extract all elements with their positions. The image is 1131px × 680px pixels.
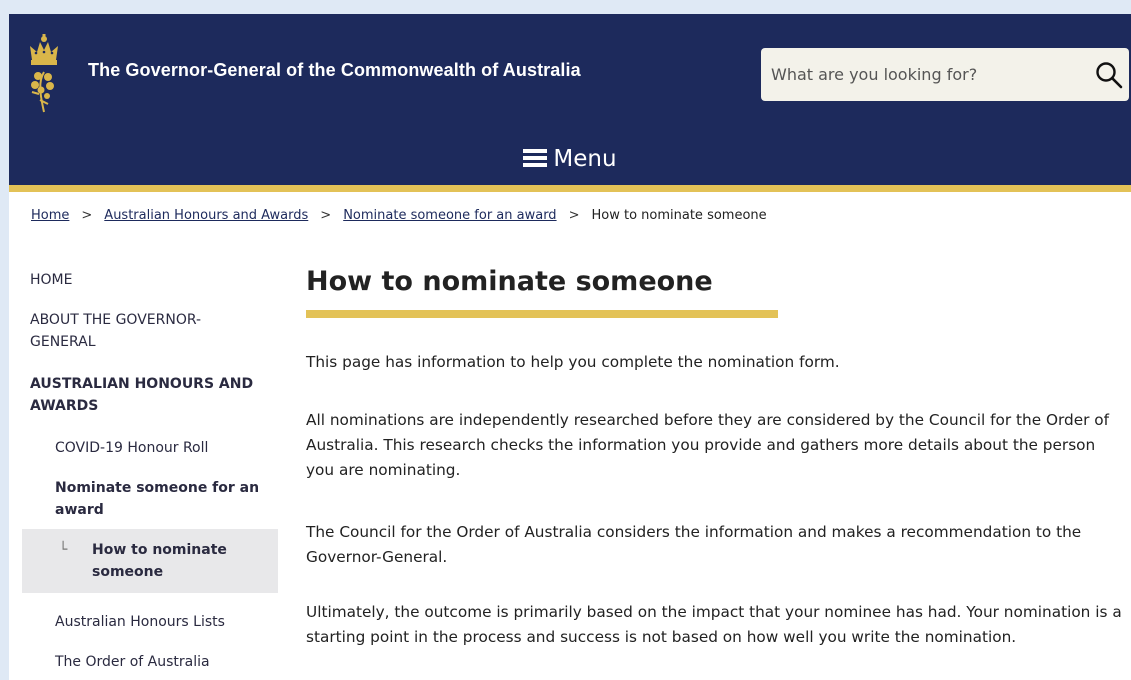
header-accent-bar (9, 185, 1131, 192)
breadcrumb-honours-awards[interactable]: Australian Honours and Awards (104, 208, 308, 223)
breadcrumb-home[interactable]: Home (31, 208, 69, 223)
breadcrumb: Home > Australian Honours and Awards > Nomin… (31, 208, 767, 223)
sidebar-item-about[interactable]: ABOUT THE GOVERNOR-GENERAL (30, 309, 230, 353)
search-icon[interactable] (1095, 61, 1123, 89)
sidebar-item-covid-honour-roll[interactable]: COVID-19 Honour Roll (55, 437, 208, 459)
sidebar-item-home[interactable]: HOME (30, 269, 72, 291)
sidebar-item-honours-awards[interactable]: AUSTRALIAN HONOURS AND AWARDS (30, 373, 270, 417)
menu-label: Menu (553, 146, 617, 172)
paragraph: This page has information to help you co… (306, 353, 840, 371)
paragraph: All nominations are independently resear… (306, 411, 1110, 479)
site-title[interactable]: The Governor-General of the Commonwealth… (88, 60, 581, 81)
sidebar-item-nominate[interactable]: Nominate someone for an award (55, 477, 270, 521)
menu-button[interactable]: Menu (9, 146, 1131, 172)
sidebar-item-honours-lists[interactable]: Australian Honours Lists (55, 611, 225, 633)
paragraph: The Council for the Order of Australia c… (306, 523, 1082, 566)
sidebar-item-order-of-australia[interactable]: The Order of Australia (55, 651, 210, 673)
breadcrumb-nominate[interactable]: Nominate someone for an award (343, 208, 556, 223)
breadcrumb-current: How to nominate someone (591, 208, 767, 223)
search-box (761, 48, 1129, 101)
paragraph: Ultimately, the outcome is primarily bas… (306, 603, 1122, 646)
breadcrumb-separator: > (81, 208, 93, 223)
page-frame: The Governor-General of the Commonwealth… (9, 14, 1131, 680)
sub-item-branch-icon: └ (59, 542, 68, 558)
hamburger-icon (523, 148, 548, 167)
breadcrumb-separator: > (320, 208, 332, 223)
page-title: How to nominate someone (306, 266, 713, 297)
breadcrumb-separator: > (568, 208, 580, 223)
sidebar-item-how-to-nominate[interactable]: How to nominate someone (92, 539, 252, 583)
crown-crest-icon[interactable] (26, 34, 62, 114)
search-input[interactable] (761, 48, 1081, 101)
site-header: The Governor-General of the Commonwealth… (9, 14, 1131, 185)
title-underline (306, 310, 778, 318)
